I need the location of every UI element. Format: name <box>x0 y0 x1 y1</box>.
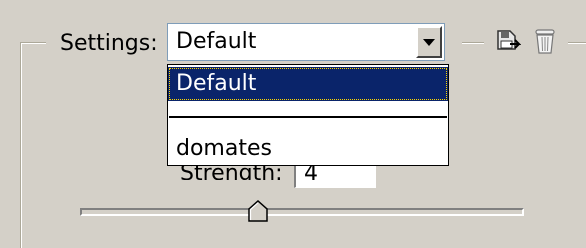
strength-slider-track[interactable] <box>80 208 524 216</box>
settings-combobox[interactable]: Default <box>167 23 445 61</box>
settings-combobox-value: Default <box>176 29 257 54</box>
strength-input-value: 4 <box>304 166 318 186</box>
groupbox-border-top-right-b-highlight <box>568 43 586 44</box>
strength-input[interactable]: 4 <box>294 166 376 188</box>
dropdown-separator <box>169 116 447 118</box>
combobox-dropdown-button[interactable] <box>416 26 442 58</box>
trash-icon[interactable] <box>533 27 557 55</box>
dropdown-option-domates[interactable]: domates <box>168 132 448 166</box>
settings-label: Settings: <box>60 31 158 56</box>
groupbox-border-left-highlight <box>21 43 22 248</box>
settings-dropdown-list: Default domates <box>167 64 449 166</box>
dropdown-option-default[interactable]: Default <box>168 67 448 101</box>
chevron-down-icon <box>423 39 435 46</box>
dropdown-option-empty[interactable] <box>168 99 448 116</box>
save-preset-icon[interactable] <box>495 29 521 55</box>
groupbox-border-top-left-highlight <box>20 43 46 44</box>
groupbox-border-top-right-a-highlight <box>462 43 484 44</box>
strength-slider-thumb[interactable] <box>248 200 268 222</box>
